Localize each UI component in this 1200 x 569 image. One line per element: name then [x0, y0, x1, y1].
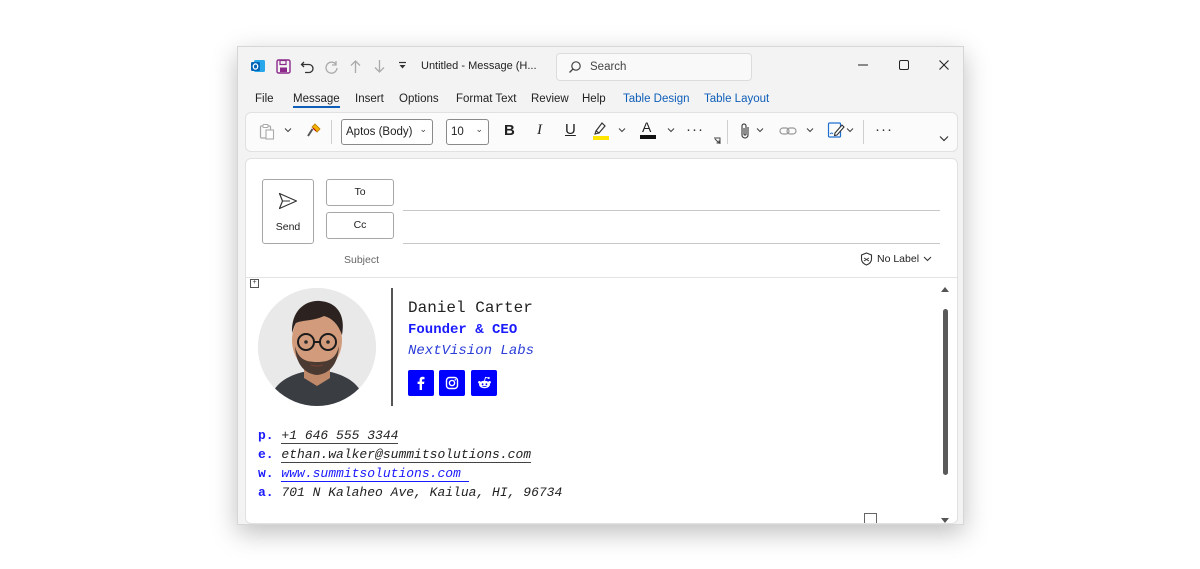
font-color-dropdown-icon[interactable] [667, 127, 675, 133]
link-dropdown-icon[interactable] [806, 127, 814, 133]
send-button[interactable]: Send [262, 179, 314, 244]
tab-insert[interactable]: Insert [355, 93, 384, 105]
outlook-logo-icon [250, 58, 266, 74]
underline-button[interactable]: U [565, 121, 576, 138]
signature-name: Daniel Carter [408, 299, 533, 317]
tab-file[interactable]: File [255, 93, 274, 105]
tab-format-text[interactable]: Format Text [456, 93, 517, 105]
to-button[interactable]: To [326, 179, 394, 206]
tab-review[interactable]: Review [531, 93, 569, 105]
font-name-dropdown[interactable]: Aptos (Body) ⌄ [341, 119, 433, 145]
contact-key: e. [258, 447, 274, 462]
phone-link[interactable]: +1 646 555 3344 [281, 428, 399, 444]
sensitivity-label-dropdown[interactable]: No Label [860, 252, 932, 266]
chevron-down-icon: ⌄ [419, 124, 427, 134]
facebook-icon[interactable] [408, 370, 434, 396]
ribbon-separator [331, 120, 332, 144]
window-title: Untitled - Message (H... [421, 60, 537, 72]
font-name-value: Aptos (Body) [346, 126, 413, 138]
send-label: Send [275, 221, 301, 233]
scrollbar-thumb[interactable] [943, 309, 948, 475]
font-size-dropdown[interactable]: 10 ⌄ [446, 119, 489, 145]
instagram-icon[interactable] [439, 370, 465, 396]
more-options-button[interactable]: ··· [875, 121, 893, 138]
search-placeholder: Search [590, 61, 627, 73]
contact-key: p. [258, 428, 274, 443]
outlook-message-window: Untitled - Message (H... Search File Mes… [237, 46, 964, 525]
tab-table-design[interactable]: Table Design [623, 93, 689, 105]
tab-message[interactable]: Message [293, 93, 340, 108]
ribbon-toolbar: Aptos (Body) ⌄ 10 ⌄ B I U A ··· ··· [245, 112, 958, 152]
font-size-value: 10 [451, 126, 464, 138]
paste-dropdown-icon[interactable] [284, 127, 292, 133]
customize-toolbar-icon[interactable] [398, 61, 407, 70]
contact-website: w. www.summitsolutions.com [258, 466, 469, 482]
scroll-down-arrow[interactable] [940, 512, 950, 523]
link-icon[interactable] [779, 125, 797, 137]
contact-key: w. [258, 466, 274, 481]
close-button[interactable] [936, 57, 952, 73]
table-resize-handle[interactable] [864, 513, 877, 523]
signature-divider [391, 288, 393, 406]
font-color-icon[interactable]: A [639, 119, 657, 139]
tab-options[interactable]: Options [399, 93, 439, 105]
expand-ribbon-icon[interactable] [939, 135, 949, 142]
send-icon [278, 192, 298, 210]
tab-table-layout[interactable]: Table Layout [704, 93, 769, 105]
dialog-launcher-icon[interactable] [713, 137, 721, 145]
shield-icon [860, 252, 873, 266]
sensitivity-label-text: No Label [877, 253, 920, 265]
format-painter-icon[interactable] [306, 122, 322, 138]
paste-icon[interactable] [259, 123, 275, 140]
italic-button[interactable]: I [537, 122, 542, 139]
signature-title: Founder & CEO [408, 322, 518, 338]
contact-phone: p. +1 646 555 3344 [258, 428, 399, 444]
contact-address: a. 701 N Kalaheo Ave, Kailua, HI, 96734 [258, 485, 562, 500]
highlight-dropdown-icon[interactable] [618, 127, 626, 133]
ribbon-tabs: File Message Insert Options Format Text … [238, 91, 963, 111]
search-icon [569, 61, 581, 73]
search-box[interactable]: Search [556, 53, 752, 81]
cc-field[interactable] [403, 243, 940, 244]
signature-icon[interactable] [827, 121, 845, 139]
chevron-down-icon [923, 256, 932, 262]
cc-button[interactable]: Cc [326, 212, 394, 239]
attach-dropdown-icon[interactable] [756, 127, 764, 133]
profile-photo [258, 288, 376, 406]
reddit-icon[interactable] [471, 370, 497, 396]
svg-text:A: A [642, 119, 652, 135]
contact-key: a. [258, 485, 274, 500]
chevron-down-icon: ⌄ [475, 124, 483, 134]
more-formatting-button[interactable]: ··· [686, 121, 704, 138]
ribbon-separator [863, 120, 864, 144]
maximize-button[interactable] [896, 57, 912, 73]
compose-pane: Send To Cc Subject No Label + Daniel Car… [245, 158, 958, 524]
undo-icon[interactable] [300, 59, 315, 74]
signature-company: NextVision Labs [408, 343, 535, 359]
contact-email: e. ethan.walker@summitsolutions.com [258, 447, 532, 463]
scroll-up-arrow[interactable] [940, 280, 950, 298]
header-body-divider [246, 277, 957, 278]
save-icon[interactable] [276, 59, 291, 74]
tab-help[interactable]: Help [582, 93, 606, 105]
email-link[interactable]: ethan.walker@summitsolutions.com [281, 447, 532, 463]
signature-dropdown-icon[interactable] [846, 127, 854, 133]
address-text: 701 N Kalaheo Ave, Kailua, HI, 96734 [281, 485, 563, 500]
bold-button[interactable]: B [504, 122, 515, 139]
table-move-handle[interactable]: + [250, 279, 259, 288]
ribbon-separator [727, 120, 728, 144]
next-item-icon[interactable] [373, 59, 386, 74]
website-link[interactable]: www.summitsolutions.com [281, 466, 469, 482]
subject-field[interactable]: Subject [344, 254, 379, 266]
redo-icon[interactable] [324, 59, 339, 74]
title-bar: Untitled - Message (H... Search [238, 47, 963, 87]
minimize-button[interactable] [855, 57, 871, 73]
previous-item-icon[interactable] [349, 59, 362, 74]
attach-file-icon[interactable] [740, 122, 752, 140]
highlight-icon[interactable] [592, 120, 610, 140]
to-field[interactable] [403, 210, 940, 211]
